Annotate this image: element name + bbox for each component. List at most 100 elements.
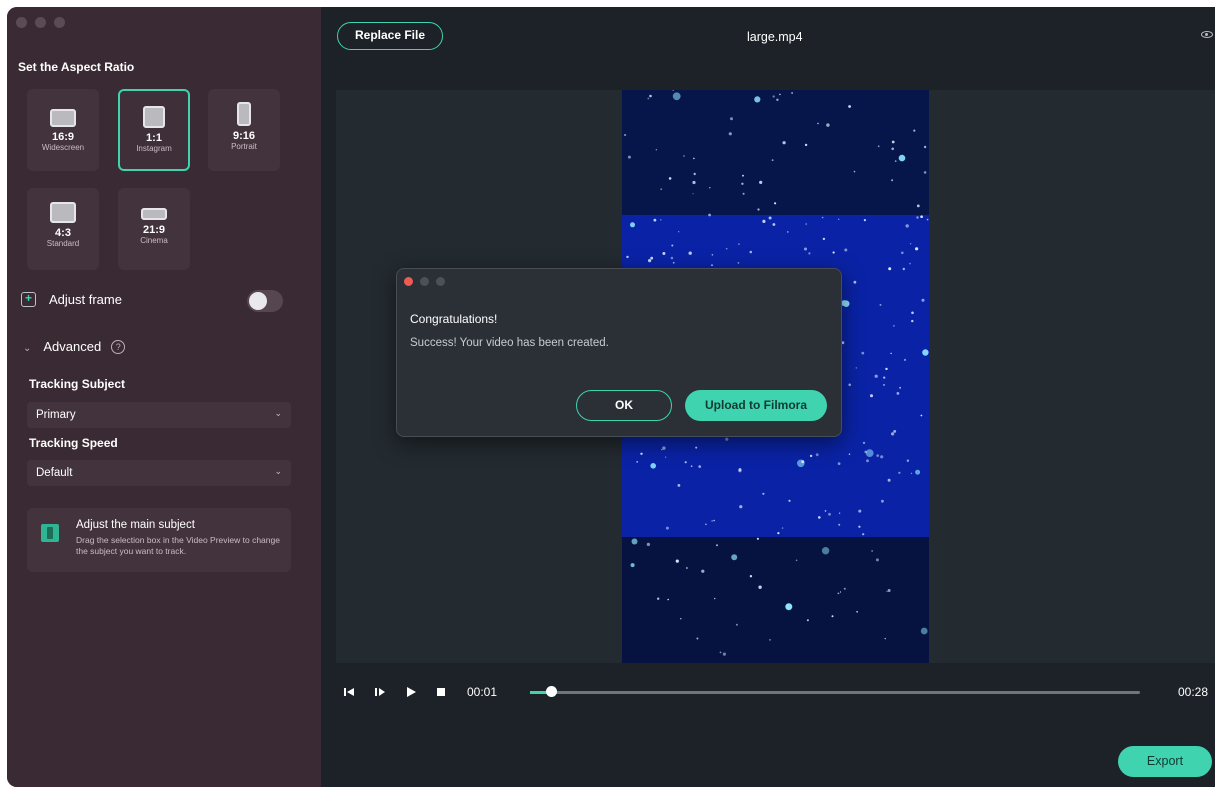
star <box>782 141 786 145</box>
chevron-down-icon: ⌄ <box>274 408 282 418</box>
minimize-window-button[interactable] <box>35 17 46 28</box>
star <box>762 492 765 495</box>
timeline-handle[interactable] <box>546 686 558 697</box>
star <box>861 351 865 355</box>
star <box>758 585 762 589</box>
star <box>853 170 856 173</box>
star <box>875 558 879 562</box>
star <box>893 430 897 433</box>
ratio-option-21-9[interactable]: 21:9 Cinema <box>118 188 190 270</box>
star <box>725 247 728 250</box>
hint-description: Drag the selection box in the Video Prev… <box>76 535 280 556</box>
ratio-option-4-3[interactable]: 4:3 Standard <box>27 188 99 270</box>
tracking-subject-select[interactable]: Primary ⌄ <box>27 402 291 428</box>
star <box>768 216 772 220</box>
star <box>804 143 808 147</box>
dialog-zoom-button <box>436 277 445 286</box>
star <box>916 216 919 219</box>
star <box>686 567 688 569</box>
eye-icon[interactable] <box>1201 31 1213 38</box>
star <box>640 452 643 455</box>
ratio-name: Portrait <box>231 142 257 151</box>
star <box>891 179 894 182</box>
star <box>887 478 891 482</box>
export-button[interactable]: Export <box>1118 746 1212 777</box>
star <box>701 569 705 573</box>
star <box>667 598 669 601</box>
star <box>756 537 759 540</box>
star <box>828 512 831 516</box>
star <box>890 352 892 355</box>
star <box>711 264 713 267</box>
tracking-speed-select[interactable]: Default ⌄ <box>27 460 291 486</box>
help-icon[interactable]: ? <box>111 340 126 354</box>
play-icon[interactable] <box>405 686 417 698</box>
star <box>626 255 629 259</box>
star <box>865 449 874 457</box>
star <box>903 358 907 361</box>
star <box>672 92 681 101</box>
star <box>848 105 851 108</box>
star <box>684 461 687 464</box>
ratio-option-9-16[interactable]: 9:16 Portrait <box>208 89 280 171</box>
star <box>838 218 840 220</box>
star <box>883 376 886 379</box>
star <box>920 215 923 218</box>
star <box>870 394 873 398</box>
upload-to-filmora-button[interactable]: Upload to Filmora <box>685 390 827 421</box>
replace-file-button[interactable]: Replace File <box>337 22 443 50</box>
star <box>711 520 713 522</box>
star <box>693 157 695 160</box>
star <box>911 319 914 323</box>
zoom-window-button[interactable] <box>54 17 65 28</box>
star <box>891 147 894 151</box>
star <box>661 449 663 451</box>
advanced-section-toggle[interactable]: ⌄ Advanced? <box>23 339 126 354</box>
file-name: large.mp4 <box>747 30 803 44</box>
star <box>742 174 744 177</box>
star <box>818 516 821 519</box>
adjust-frame-toggle[interactable] <box>247 290 283 312</box>
star <box>804 247 807 251</box>
timeline-slider[interactable] <box>530 691 1140 694</box>
star <box>806 619 809 622</box>
current-time: 00:01 <box>467 685 498 699</box>
star <box>665 526 669 530</box>
tracking-speed-value: Default <box>36 467 73 479</box>
star <box>877 145 880 148</box>
star <box>837 592 840 595</box>
star <box>893 325 895 327</box>
star <box>630 222 635 228</box>
star <box>844 248 848 252</box>
standard-icon <box>50 202 76 223</box>
step-back-icon[interactable] <box>343 686 355 698</box>
star <box>716 544 718 547</box>
sidebar: Set the Aspect Ratio 16:9 Widescreen 1:1… <box>7 7 321 787</box>
step-forward-icon[interactable] <box>374 686 386 698</box>
adjust-frame-label: Adjust frame <box>49 292 122 307</box>
ratio-option-1-1[interactable]: 1:1 Instagram <box>118 89 190 171</box>
ratio-option-16-9[interactable]: 16:9 Widescreen <box>27 89 99 171</box>
star <box>762 219 766 223</box>
star <box>826 123 830 127</box>
star <box>838 512 841 514</box>
dialog-close-button[interactable] <box>404 277 413 286</box>
star <box>787 231 789 233</box>
star <box>909 243 912 245</box>
star <box>754 96 761 103</box>
star <box>898 154 906 162</box>
star <box>884 638 886 640</box>
stop-icon[interactable] <box>435 686 447 698</box>
ok-button[interactable]: OK <box>576 390 672 421</box>
star <box>737 262 740 264</box>
square-icon <box>143 106 165 128</box>
star <box>837 462 841 465</box>
star <box>777 532 780 535</box>
star <box>871 550 873 552</box>
star <box>630 563 635 568</box>
close-window-button[interactable] <box>16 17 27 28</box>
star <box>894 160 897 162</box>
star <box>801 460 805 464</box>
star <box>839 591 842 593</box>
star <box>876 454 879 457</box>
